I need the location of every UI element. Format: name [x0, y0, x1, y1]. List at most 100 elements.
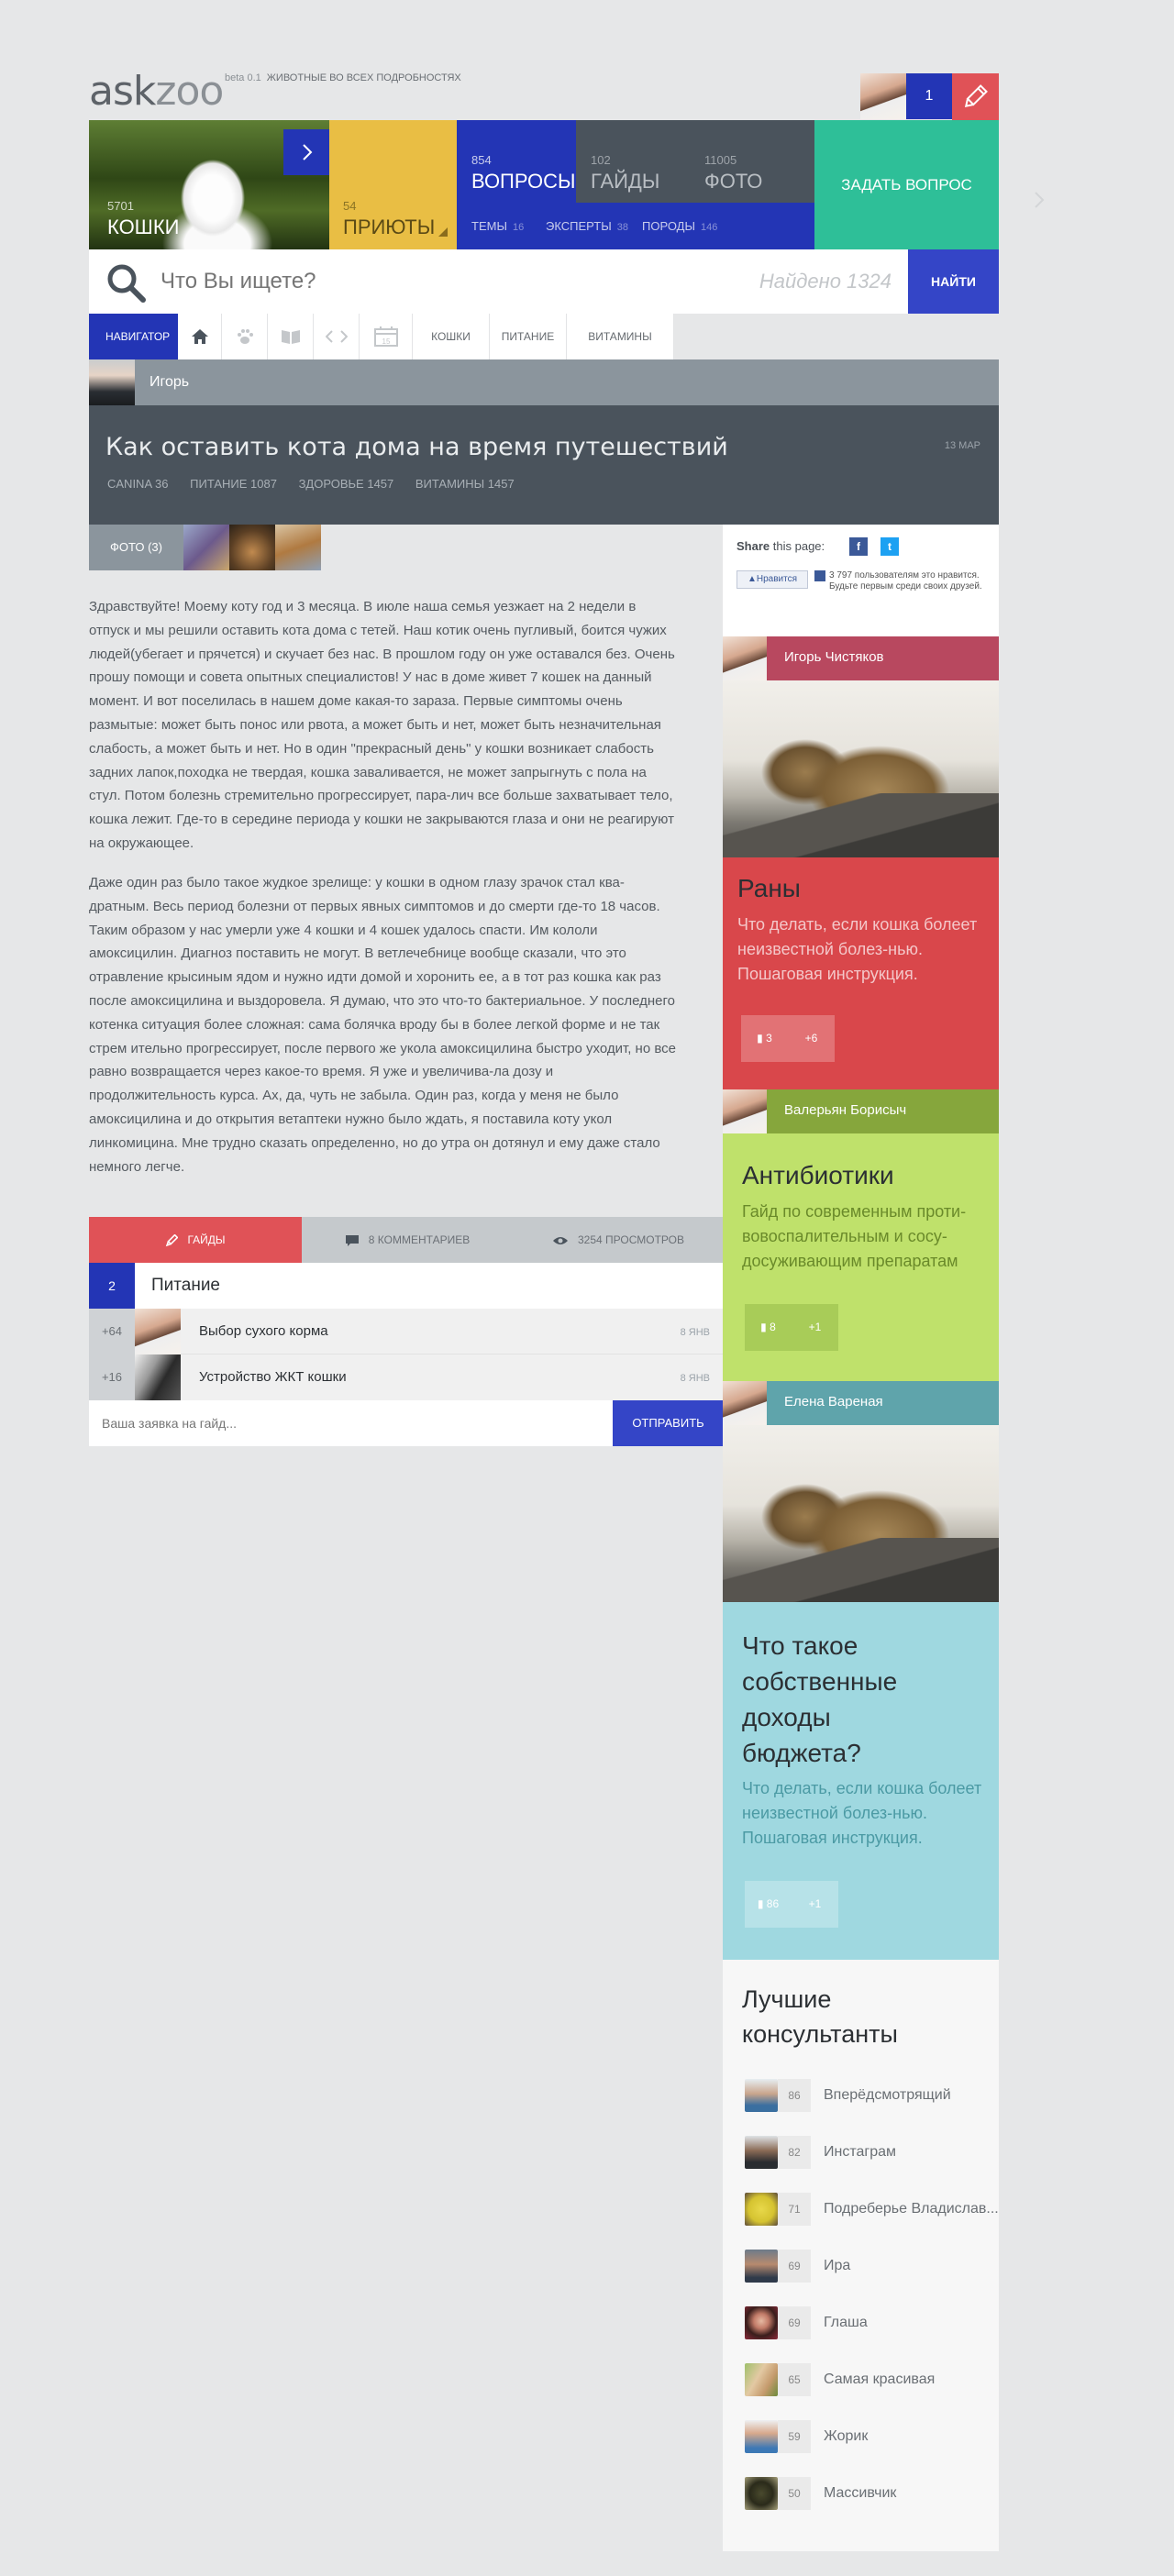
card-plus-button[interactable]: +1 — [792, 1881, 838, 1928]
tab-vitamins[interactable]: ВИТАМИНЫ — [567, 314, 674, 359]
navigator-button[interactable]: НАВИГАТОР — [89, 314, 178, 359]
stat-topics[interactable]: ТЕМЫ 16 — [471, 219, 524, 233]
photos-button[interactable]: ФОТО (3) — [89, 525, 183, 570]
card-author-name: Елена Вареная — [784, 1394, 883, 1410]
nav-code[interactable] — [314, 314, 360, 359]
card-title: Антибиотики — [742, 1161, 894, 1189]
guide-row[interactable]: +64 Выбор сухого корма 8 ЯНВ — [89, 1309, 724, 1354]
card-author-bar[interactable]: Елена Вареная — [723, 1381, 999, 1425]
share-label: Share this page: — [737, 539, 825, 553]
card-plus-button[interactable]: +6 — [788, 1015, 835, 1062]
site-logo[interactable]: askzoo — [89, 68, 224, 115]
search-found-count: Найдено 1324 — [759, 270, 892, 293]
guide-card[interactable]: Раны Что делать, если кошка болеет неизв… — [723, 857, 999, 1089]
comments-button[interactable]: 8 КОММЕНТАРИЕВ — [302, 1217, 513, 1263]
card-author-bar[interactable]: Игорь Чистяков — [723, 636, 999, 680]
article-author-bar: Игорь — [89, 359, 999, 405]
author-avatar[interactable] — [89, 359, 135, 405]
tile-photos-count: 11005 — [704, 153, 737, 167]
guides-action-button[interactable]: ГАЙДЫ — [89, 1217, 302, 1263]
article-paragraph: Даже один раз было такое жудкое зрелище:… — [89, 875, 676, 1175]
card-image[interactable] — [723, 680, 999, 857]
card-title: Раны — [737, 874, 801, 902]
guide-card[interactable]: Что такое собственные доходы бюджета? Чт… — [723, 1602, 999, 1960]
guide-count-badge: 2 — [89, 1263, 135, 1309]
article-title: Как оставить кота дома на время путешест… — [105, 433, 728, 461]
photo-thumb[interactable] — [275, 525, 321, 570]
tag-canina[interactable]: CANINA 36 — [107, 477, 169, 491]
consultant-avatar — [745, 2420, 778, 2453]
guide-author-avatar — [135, 1309, 181, 1354]
notifications-badge[interactable]: 1 — [906, 73, 952, 119]
tile-guides-label: ГАЙДЫ — [591, 170, 660, 193]
book-icon — [281, 330, 300, 344]
card-comments-button[interactable]: ▮ 8 — [745, 1304, 792, 1351]
user-avatar[interactable] — [860, 73, 906, 119]
nav-home[interactable] — [178, 314, 222, 359]
consultant-score: 59 — [778, 2420, 811, 2453]
consultant-name: Инстаграм — [824, 2144, 897, 2160]
consultant-avatar — [745, 2477, 778, 2510]
search-input[interactable] — [161, 266, 711, 297]
guide-card[interactable]: Антибиотики Гайд по современным проти-во… — [723, 1133, 999, 1381]
guide-request-form — [89, 1400, 613, 1446]
card-image[interactable] — [723, 1425, 999, 1602]
tile-questions[interactable]: 854 ВОПРОСЫ — [457, 120, 576, 203]
consultant-name: Подреберье Владислав... — [824, 2201, 999, 2217]
consultant-avatar — [745, 2363, 778, 2396]
card-comments-button[interactable]: ▮ 86 — [745, 1881, 792, 1928]
tile-guides[interactable]: 102 ГАЙДЫ — [576, 120, 695, 203]
calendar-icon: 15 — [373, 326, 398, 347]
guide-title[interactable]: Выбор сухого корма — [199, 1323, 328, 1339]
tag-nutrition[interactable]: ПИТАНИЕ 1087 — [190, 477, 277, 491]
write-button[interactable] — [952, 73, 999, 120]
tile-cats-label: КОШКИ — [107, 216, 180, 238]
photo-thumb[interactable] — [229, 525, 275, 570]
nav-guides[interactable] — [268, 314, 314, 359]
next-arrow-button[interactable] — [283, 129, 329, 175]
tab-nutrition[interactable]: ПИТАНИЕ — [490, 314, 567, 359]
views-counter: 3254 ПРОСМОТРОВ — [513, 1217, 724, 1263]
card-title: Что такое собственные доходы бюджета? — [742, 1631, 898, 1767]
guide-row[interactable]: +16 Устройство ЖКТ кошки 8 ЯНВ — [89, 1354, 724, 1400]
nav-pets[interactable] — [222, 314, 268, 359]
chevron-right-icon[interactable] — [1034, 191, 1045, 209]
nav-calendar[interactable]: 15 — [360, 314, 413, 359]
consultant-score: 82 — [778, 2136, 811, 2169]
card-plus-button[interactable]: +1 — [792, 1304, 838, 1351]
stat-experts[interactable]: ЭКСПЕРТЫ 38 — [546, 219, 628, 233]
article-date: 13 МАР — [944, 440, 980, 451]
consultant-name: Массивчик — [824, 2485, 897, 2501]
tag-vitamins[interactable]: ВИТАМИНЫ 1457 — [415, 477, 515, 491]
photo-thumb[interactable] — [183, 525, 229, 570]
consultant-name: Ира — [824, 2258, 851, 2273]
facebook-share-icon[interactable]: f — [849, 537, 868, 556]
stat-breeds[interactable]: ПОРОДЫ 146 — [642, 219, 717, 233]
pencil-icon — [964, 84, 988, 108]
guide-title[interactable]: Устройство ЖКТ кошки — [199, 1369, 347, 1385]
tile-shelters-count: 54 — [343, 199, 357, 213]
guide-request-input[interactable] — [102, 1411, 597, 1435]
comment-icon — [345, 1234, 359, 1246]
ask-question-button[interactable]: ЗАДАТЬ ВОПРОС — [814, 120, 999, 249]
tab-cats[interactable]: КОШКИ — [413, 314, 490, 359]
author-name[interactable]: Игорь — [150, 374, 189, 391]
stats-bar: ТЕМЫ 16 ЭКСПЕРТЫ 38 ПОРОДЫ 146 — [457, 203, 814, 249]
article-paragraph: Здравствуйте! Моему коту год и 3 месяца.… — [89, 599, 675, 851]
card-author-bar[interactable]: Валерьян Борисыч — [723, 1089, 999, 1133]
tile-shelters[interactable]: 54 ПРИЮТЫ — [329, 120, 457, 249]
tile-shelters-label: ПРИЮТЫ — [343, 216, 436, 238]
comment-icon: ▮ — [757, 1032, 763, 1045]
twitter-share-icon[interactable]: t — [880, 537, 899, 556]
like-button[interactable]: ▲Нравится — [737, 570, 808, 589]
tag-health[interactable]: ЗДОРОВЬЕ 1457 — [299, 477, 394, 491]
tile-photos[interactable]: 11005 ФОТО — [695, 120, 814, 203]
like-thumb-icon: ▲ — [747, 574, 757, 584]
search-button[interactable]: НАЙТИ — [908, 249, 999, 314]
tile-cats[interactable]: 5701 КОШКИ — [89, 120, 329, 249]
consultant-score: 71 — [778, 2193, 811, 2226]
card-comments-button[interactable]: ▮ 3 — [741, 1015, 788, 1062]
card-author-name: Валерьян Борисыч — [784, 1102, 907, 1118]
comment-icon: ▮ — [760, 1321, 767, 1333]
send-request-button[interactable]: ОТПРАВИТЬ — [613, 1400, 724, 1446]
